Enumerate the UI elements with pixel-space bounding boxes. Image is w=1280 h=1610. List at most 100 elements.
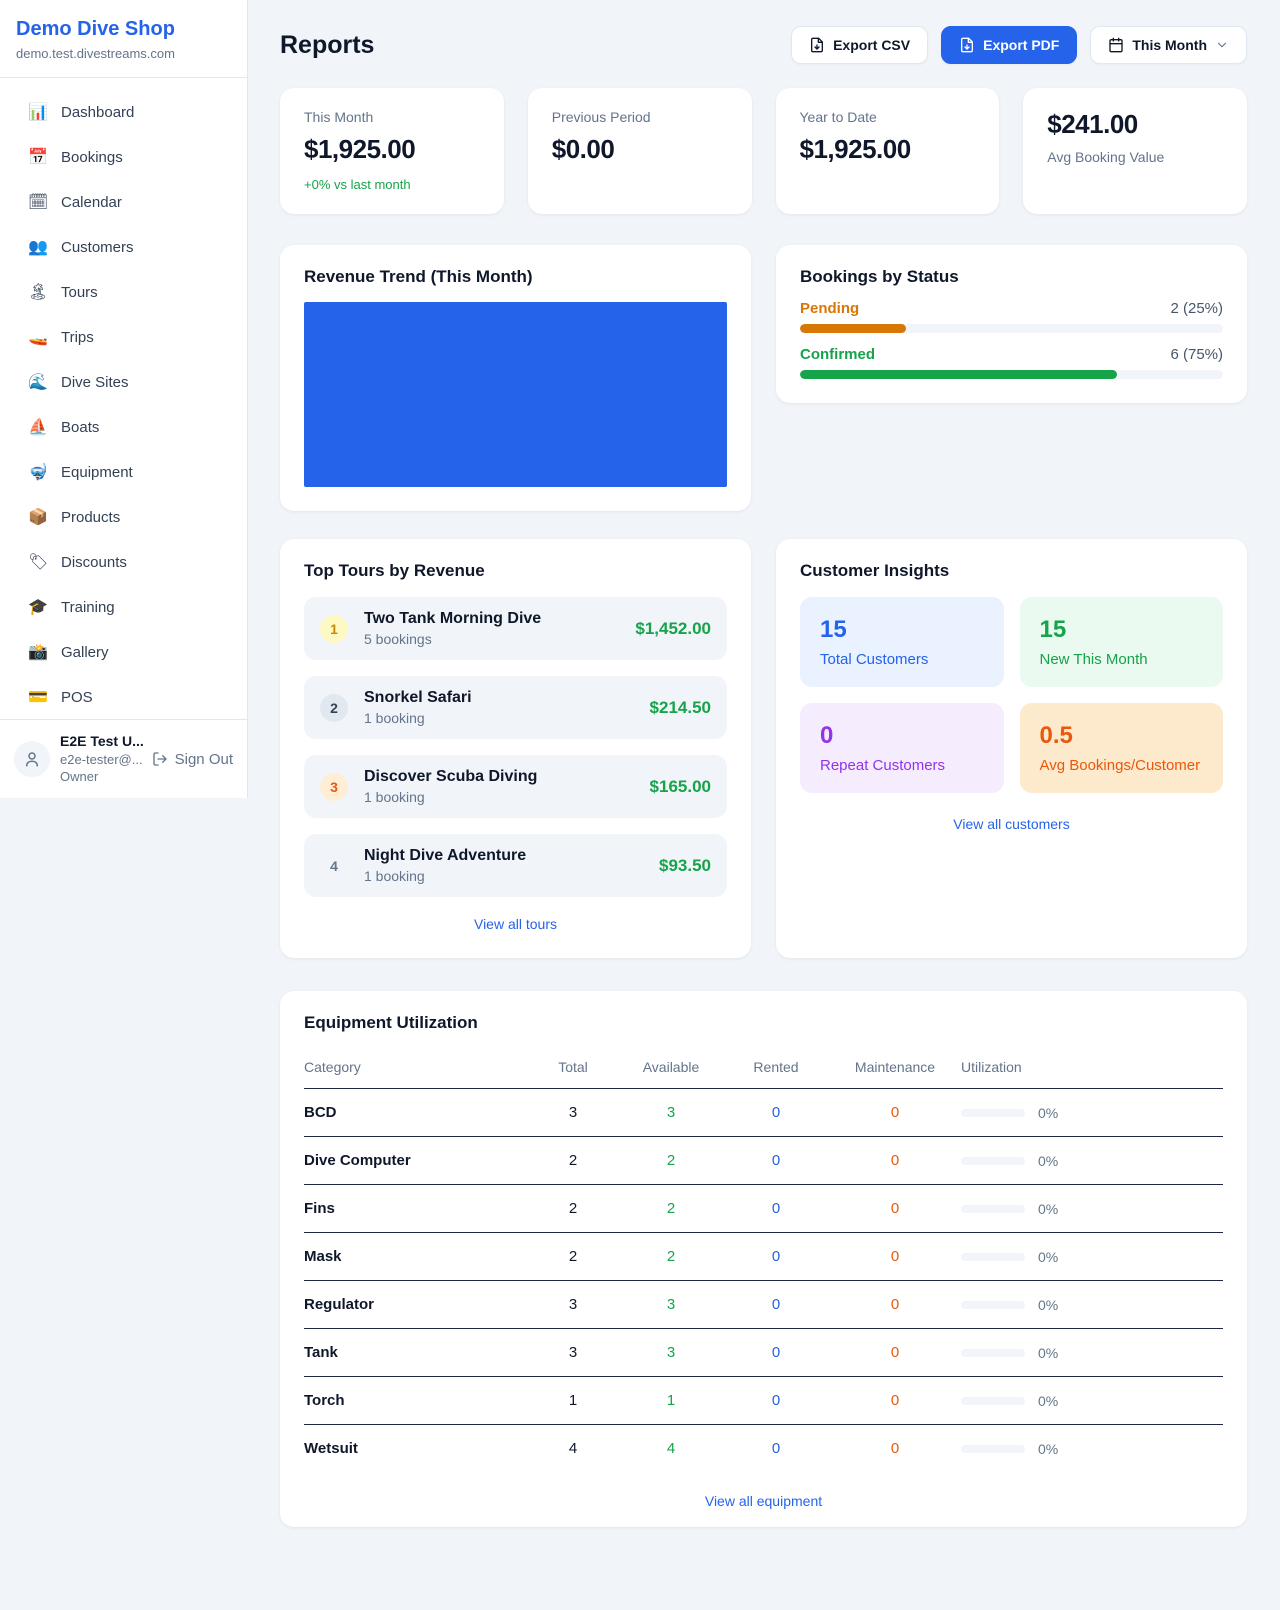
products-icon: 📦 (28, 507, 48, 527)
sidebar-item-label: Gallery (61, 644, 109, 661)
sidebar-item-label: Boats (61, 419, 99, 436)
sidebar-item-trips[interactable]: 🚤Trips (12, 319, 235, 355)
cell-available: 2 (619, 1233, 723, 1281)
tour-bookings: 1 booking (364, 710, 472, 726)
sidebar-item-label: Bookings (61, 149, 123, 166)
bookings-by-status-title: Bookings by Status (800, 267, 1223, 287)
status-row-pending: Pending2 (25%) (800, 300, 1223, 333)
cell-available: 3 (619, 1281, 723, 1329)
cell-maintenance: 0 (829, 1377, 961, 1425)
status-bar-track (800, 324, 1223, 333)
tour-info: Snorkel Safari1 booking (364, 689, 472, 726)
avatar (14, 741, 50, 777)
tour-bookings: 1 booking (364, 868, 526, 884)
sidebar-item-tours[interactable]: 🏝Tours (12, 274, 235, 310)
sidebar-item-products[interactable]: 📦Products (12, 499, 235, 535)
cell-available: 1 (619, 1377, 723, 1425)
cell-total: 3 (527, 1329, 619, 1377)
sidebar-item-dive-sites[interactable]: 🌊Dive Sites (12, 364, 235, 400)
insight-tile-total-customers: 15Total Customers (800, 597, 1004, 687)
utilization-percent: 0% (1038, 1297, 1058, 1313)
sidebar-item-label: Dive Sites (61, 374, 129, 391)
utilization-percent: 0% (1038, 1345, 1058, 1361)
user-meta: E2E Test U... e2e-tester@... Owner (60, 732, 142, 786)
sidebar-item-bookings[interactable]: 📅 Bookings (12, 139, 235, 175)
cell-category: Mask (304, 1233, 527, 1281)
stat-label: Previous Period (552, 109, 728, 125)
view-all-customers-link[interactable]: View all customers (953, 816, 1069, 832)
rank-badge: 2 (320, 694, 348, 722)
tour-info: Two Tank Morning Dive5 bookings (364, 610, 541, 647)
cell-rented: 0 (723, 1281, 829, 1329)
insight-label: Repeat Customers (820, 757, 984, 774)
shop-domain: demo.test.divestreams.com (16, 46, 231, 61)
sidebar-item-boats[interactable]: ⛵Boats (12, 409, 235, 445)
status-bar-fill (800, 324, 906, 333)
utilization-percent: 0% (1038, 1153, 1058, 1169)
export-csv-button[interactable]: Export CSV (791, 26, 928, 64)
cell-available: 3 (619, 1329, 723, 1377)
stat-cards: This Month $1,925.00 +0% vs last month P… (280, 88, 1247, 214)
revenue-trend-panel: Revenue Trend (This Month) (280, 245, 751, 511)
table-row: Regulator33000% (304, 1281, 1223, 1329)
sidebar-item-calendar[interactable]: 🗓Calendar (12, 184, 235, 220)
stat-value: $0.00 (552, 134, 728, 165)
bookings-icon: 📅 (28, 147, 48, 167)
cell-category: Torch (304, 1377, 527, 1425)
cell-total: 3 (527, 1281, 619, 1329)
sidebar-item-equipment[interactable]: 🤿Equipment (12, 454, 235, 490)
utilization-bar-track (961, 1253, 1025, 1261)
table-row: Dive Computer22000% (304, 1137, 1223, 1185)
cell-total: 2 (527, 1185, 619, 1233)
cell-utilization: 0% (961, 1185, 1223, 1233)
tour-name: Night Dive Adventure (364, 847, 526, 865)
logout-icon (152, 751, 168, 767)
table-row: Mask22000% (304, 1233, 1223, 1281)
sidebar-item-gallery[interactable]: 📸Gallery (12, 634, 235, 670)
main-content: Reports Export CSV Export PDF This Month… (248, 0, 1280, 1610)
cell-maintenance: 0 (829, 1089, 961, 1137)
user-role: Owner (60, 768, 142, 786)
rank-badge: 3 (320, 773, 348, 801)
tour-row: 3Discover Scuba Diving1 booking$165.00 (304, 755, 727, 818)
column-header-available: Available (619, 1049, 723, 1089)
sidebar-item-label: Trips (61, 329, 94, 346)
header-actions: Export CSV Export PDF This Month (791, 26, 1247, 64)
sign-out-label: Sign Out (175, 751, 233, 768)
stat-card-previous-period: Previous Period $0.00 (528, 88, 752, 214)
view-all-tours-link[interactable]: View all tours (474, 916, 557, 932)
equipment-utilization-panel: Equipment Utilization Category Total Ava… (280, 991, 1247, 1527)
column-header-total: Total (527, 1049, 619, 1089)
status-row-confirmed: Confirmed6 (75%) (800, 346, 1223, 379)
cell-maintenance: 0 (829, 1233, 961, 1281)
column-header-category: Category (304, 1049, 527, 1089)
utilization-percent: 0% (1038, 1249, 1058, 1265)
equipment-utilization-title: Equipment Utilization (304, 1013, 1223, 1033)
sidebar-item-dashboard[interactable]: 📊Dashboard (12, 94, 235, 130)
sidebar-item-pos[interactable]: 💳POS (12, 679, 235, 715)
shop-header: Demo Dive Shop demo.test.divestreams.com (0, 0, 247, 78)
tour-row: 2Snorkel Safari1 booking$214.50 (304, 676, 727, 739)
insights-row: Top Tours by Revenue 1Two Tank Morning D… (280, 539, 1247, 958)
shop-name: Demo Dive Shop (16, 18, 231, 41)
sidebar-item-training[interactable]: 🎓Training (12, 589, 235, 625)
file-download-icon (809, 37, 825, 53)
utilization-bar-track (961, 1109, 1025, 1117)
cell-maintenance: 0 (829, 1137, 961, 1185)
tour-bookings: 5 bookings (364, 631, 541, 647)
export-pdf-button[interactable]: Export PDF (941, 26, 1077, 64)
sidebar-item-customers[interactable]: 👥Customers (12, 229, 235, 265)
charts-row: Revenue Trend (This Month) Bookings by S… (280, 245, 1247, 511)
cell-total: 2 (527, 1137, 619, 1185)
tour-revenue: $165.00 (650, 777, 711, 797)
calendar-icon (1108, 37, 1124, 53)
utilization-bar-track (961, 1205, 1025, 1213)
cell-rented: 0 (723, 1089, 829, 1137)
period-selector[interactable]: This Month (1090, 26, 1247, 64)
sidebar-item-discounts[interactable]: 🏷Discounts (12, 544, 235, 580)
period-label: This Month (1132, 37, 1207, 53)
tours-icon: 🏝 (28, 282, 48, 302)
sign-out-button[interactable]: Sign Out (152, 751, 233, 768)
cell-utilization: 0% (961, 1233, 1223, 1281)
view-all-equipment-link[interactable]: View all equipment (705, 1493, 822, 1509)
